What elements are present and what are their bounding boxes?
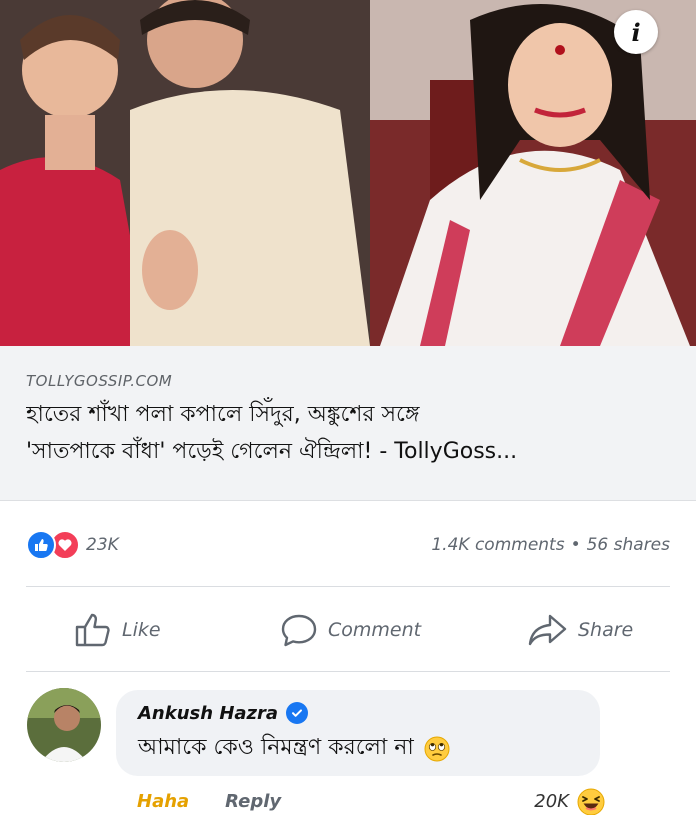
eye-roll-emoji-icon — [424, 736, 450, 761]
share-label: Share — [578, 619, 634, 641]
link-title[interactable]: হাতের শাঁখা পলা কপালে সিঁদুর, অঙ্কুশের স… — [26, 396, 670, 470]
reactions-count[interactable]: 23K — [86, 535, 119, 555]
divider-bottom — [26, 671, 670, 672]
divider-top — [26, 586, 670, 587]
comment-button[interactable]: Comment — [280, 612, 421, 648]
comment-reply-link[interactable]: Reply — [225, 791, 281, 812]
comment-body: আমাকে কেও নিমন্ত্রণ করলো না — [138, 730, 578, 767]
like-button[interactable]: Like — [74, 612, 161, 648]
commenter-avatar[interactable] — [27, 688, 101, 762]
link-preview[interactable]: TOLLYGOSSIP.COM হাতের শাঁখা পলা কপালে সি… — [0, 346, 696, 501]
comment-label: Comment — [328, 619, 422, 641]
link-title-line-2: 'সাতপাকে বাঁধা' পড়েই গেলেন ঐন্দ্রিলা! -… — [26, 439, 518, 464]
comment-text: আমাকে কেও নিমন্ত্রণ করলো না — [138, 735, 414, 760]
comment-header: Ankush Hazra — [138, 702, 578, 724]
shares-count[interactable]: 56 shares — [587, 535, 670, 555]
separator-dot: • — [570, 535, 581, 555]
action-bar: Like Comment Share — [26, 596, 670, 664]
comment-reaction-count[interactable]: 20K — [534, 791, 569, 812]
share-button[interactable]: Share — [528, 612, 633, 648]
comments-count[interactable]: 1.4K comments — [431, 535, 564, 555]
comment-bubble[interactable]: Ankush Hazra আমাকে কেও নিমন্ত্রণ করলো না — [116, 690, 600, 776]
reaction-stats: 23K 1.4K comments • 56 shares — [26, 527, 670, 563]
comment-icon — [281, 614, 317, 647]
link-domain: TOLLYGOSSIP.COM — [26, 372, 173, 390]
like-label: Like — [122, 619, 161, 641]
verified-badge-icon — [286, 702, 309, 724]
avatar-image — [27, 688, 101, 762]
post-photo[interactable]: i — [0, 0, 696, 346]
engagement-counts: 1.4K comments • 56 shares — [431, 535, 670, 555]
reactions-summary[interactable] — [26, 530, 80, 560]
comment-haha-link[interactable]: Haha — [137, 791, 189, 812]
haha-emoji-icon — [577, 788, 605, 815]
photo-illustration — [0, 0, 696, 346]
thumbs-up-icon — [75, 613, 110, 647]
link-title-line-1: হাতের শাঁখা পলা কপালে সিঁদুর, অঙ্কুশের স… — [26, 402, 420, 427]
info-button[interactable]: i — [614, 10, 658, 54]
share-icon — [528, 614, 567, 646]
comment-author[interactable]: Ankush Hazra — [138, 703, 278, 724]
comment-meta: Haha Reply 20K — [137, 786, 607, 815]
like-reaction-icon — [26, 530, 56, 560]
